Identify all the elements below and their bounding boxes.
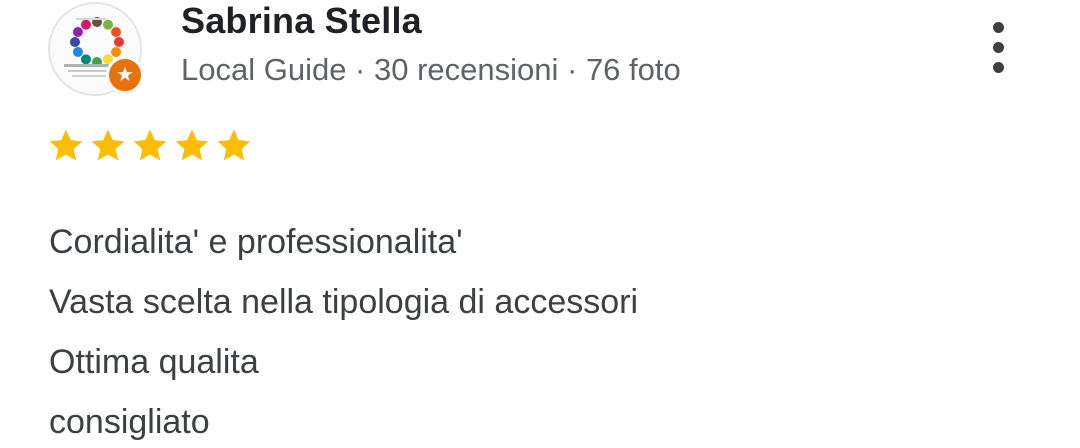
more-vertical-icon-dot bbox=[992, 41, 1004, 53]
review-line: consigliato bbox=[49, 403, 210, 441]
star-icon bbox=[49, 129, 83, 161]
review-line: Ottima qualita bbox=[49, 343, 259, 381]
review-line: Vasta scelta nella tipologia di accessor… bbox=[49, 283, 639, 321]
star-rating bbox=[46, 126, 254, 166]
review-card: ★ Sabrina Stella Local Guide · 30 recens… bbox=[0, 0, 1080, 448]
star-icon bbox=[91, 129, 125, 161]
star-icon bbox=[217, 129, 251, 161]
more-vertical-icon bbox=[992, 21, 1004, 33]
more-options-button[interactable] bbox=[976, 14, 1020, 80]
review-text: Cordialita' e professionalita' Vasta scel… bbox=[49, 212, 638, 448]
star-icon bbox=[175, 129, 209, 161]
reviewer-avatar[interactable]: ★ bbox=[46, 2, 146, 98]
reviewer-name[interactable]: Sabrina Stella bbox=[181, 0, 422, 42]
review-line: Cordialita' e professionalita' bbox=[49, 223, 463, 261]
more-vertical-icon-dot bbox=[992, 61, 1004, 73]
star-icon bbox=[133, 129, 167, 161]
reviewer-meta: Local Guide · 30 recensioni · 76 foto bbox=[181, 52, 681, 87]
local-guide-star-icon: ★ bbox=[106, 56, 144, 94]
